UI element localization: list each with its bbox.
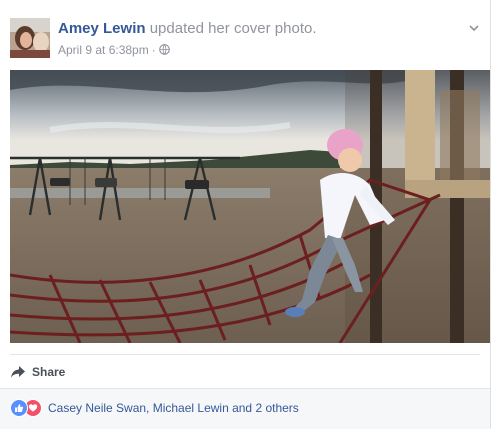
reaction-icons[interactable]	[10, 399, 44, 417]
post-card: Amey Lewin updated her cover photo. Apri…	[0, 0, 491, 429]
avatar[interactable]	[10, 18, 50, 58]
like-icon	[10, 399, 28, 417]
cover-photo-image	[10, 70, 490, 343]
avatar-image	[10, 18, 50, 58]
divider	[10, 354, 480, 355]
post-action: updated her cover photo.	[149, 20, 317, 37]
meta-separator: ·	[151, 43, 156, 57]
cover-photo[interactable]	[10, 70, 490, 343]
share-arrow-icon	[11, 366, 25, 378]
globe-icon[interactable]	[158, 44, 170, 55]
share-label: Share	[32, 365, 66, 379]
reactions-bar: Casey Neile Swan, Michael Lewin and 2 ot…	[0, 388, 490, 429]
share-button[interactable]: Share	[10, 360, 65, 384]
post-meta: April 9 at 6:38pm ·	[58, 42, 170, 58]
post-header: Amey Lewin updated her cover photo. Apri…	[10, 12, 480, 60]
reaction-summary[interactable]: Casey Neile Swan, Michael Lewin and 2 ot…	[48, 400, 299, 416]
chevron-down-icon[interactable]	[468, 22, 480, 34]
post-timestamp[interactable]: April 9 at 6:38pm	[58, 43, 149, 57]
author-name[interactable]: Amey Lewin	[58, 20, 146, 37]
post-title: Amey Lewin updated her cover photo.	[58, 20, 317, 38]
